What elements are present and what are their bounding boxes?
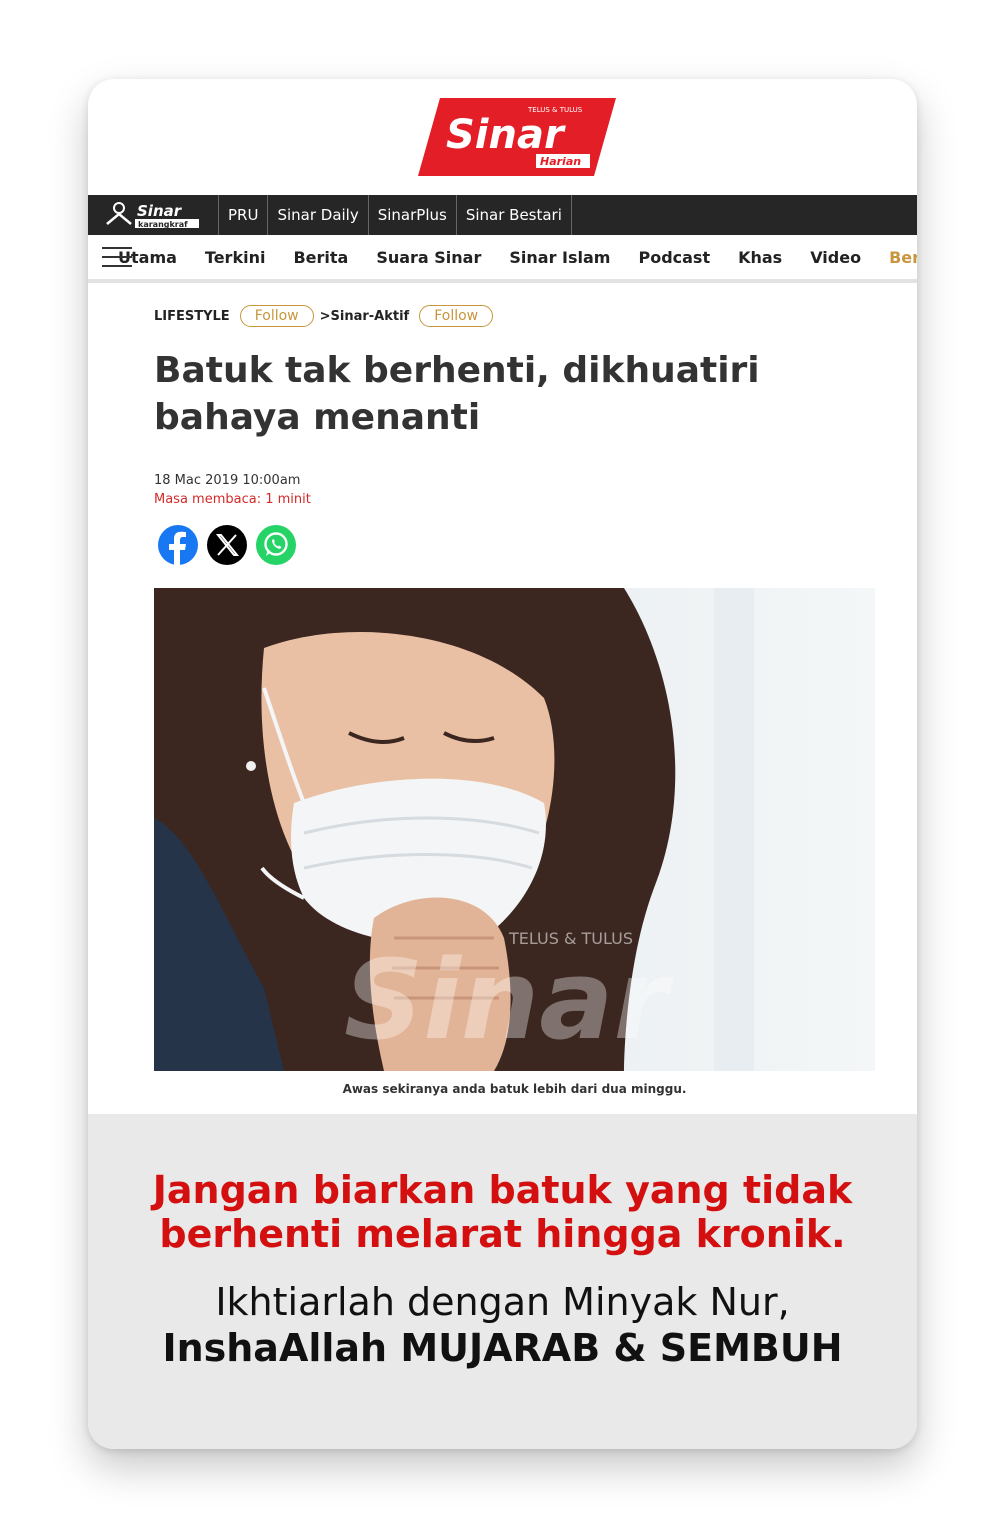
promo-headline: Jangan biarkan batuk yang tidak berhenti… — [152, 1168, 853, 1256]
nav-item-terkini[interactable]: Terkini — [205, 248, 266, 267]
follow-category-button[interactable]: Follow — [239, 305, 314, 327]
promo-footer: Jangan biarkan batuk yang tidak berhenti… — [88, 1114, 917, 1449]
topbar-link-sinarplus[interactable]: SinarPlus — [369, 195, 457, 235]
promo-line-2: InshaAllah MUJARAB & SEMBUH — [162, 1326, 843, 1370]
article-photo: TELUS & TULUS Sinar — [154, 588, 875, 1071]
publish-date: 18 Mac 2019 10:00am — [154, 473, 301, 488]
svg-text:karangkraf: karangkraf — [138, 220, 188, 229]
whatsapp-icon[interactable] — [256, 525, 296, 565]
nav-item-podcast[interactable]: Podcast — [638, 248, 710, 267]
nav-item-more[interactable]: Ber — [889, 248, 917, 267]
sinar-harian-logo[interactable]: TELUS & TULUS Sinar Harian — [418, 98, 616, 176]
promo-line-1: Ikhtiarlah dengan Minyak Nur, — [215, 1280, 790, 1324]
share-bar — [158, 525, 305, 565]
sinar-karangkraf-icon: Sinar karangkraf — [106, 202, 199, 229]
category-link[interactable]: LIFESTYLE — [154, 309, 230, 324]
photo-watermark-name: Sinar — [344, 936, 673, 1064]
nav-item-sinar-islam[interactable]: Sinar Islam — [509, 248, 610, 267]
main-nav: Utama Terkini Berita Suara Sinar Sinar I… — [88, 235, 917, 283]
karangkraf-logo[interactable]: Sinar karangkraf — [88, 195, 219, 235]
svg-text:Sinar: Sinar — [137, 202, 183, 220]
read-time: Masa membaca: 1 minit — [154, 492, 311, 507]
facebook-icon[interactable] — [158, 525, 198, 565]
svg-text:Harian: Harian — [540, 155, 581, 168]
woman-coughing-image: TELUS & TULUS Sinar — [154, 588, 875, 1071]
site-header: TELUS & TULUS Sinar Harian — [88, 79, 917, 195]
nav-item-berita[interactable]: Berita — [293, 248, 348, 267]
breadcrumb: LIFESTYLE Follow >Sinar-Aktif Follow — [154, 305, 499, 327]
svg-text:Sinar: Sinar — [446, 112, 566, 158]
topbar-link-pru[interactable]: PRU — [219, 195, 269, 235]
nav-item-khas[interactable]: Khas — [738, 248, 782, 267]
article-headline: Batuk tak berhenti, dikhuatiri bahaya me… — [154, 350, 760, 438]
nav-item-suara-sinar[interactable]: Suara Sinar — [376, 248, 481, 267]
nav-item-video[interactable]: Video — [810, 248, 861, 267]
subcategory-link[interactable]: >Sinar-Aktif — [320, 309, 410, 324]
screenshot-card: TELUS & TULUS Sinar Harian Sinar karangk… — [88, 79, 917, 1449]
follow-subcategory-button[interactable]: Follow — [419, 305, 494, 327]
x-icon[interactable] — [207, 525, 247, 565]
photo-caption: Awas sekiranya anda batuk lebih dari dua… — [342, 1082, 687, 1096]
topbar-link-sinar-bestari[interactable]: Sinar Bestari — [457, 195, 572, 235]
network-bar: Sinar karangkraf PRU Sinar Daily SinarPl… — [88, 195, 917, 235]
topbar-link-sinar-daily[interactable]: Sinar Daily — [268, 195, 369, 235]
